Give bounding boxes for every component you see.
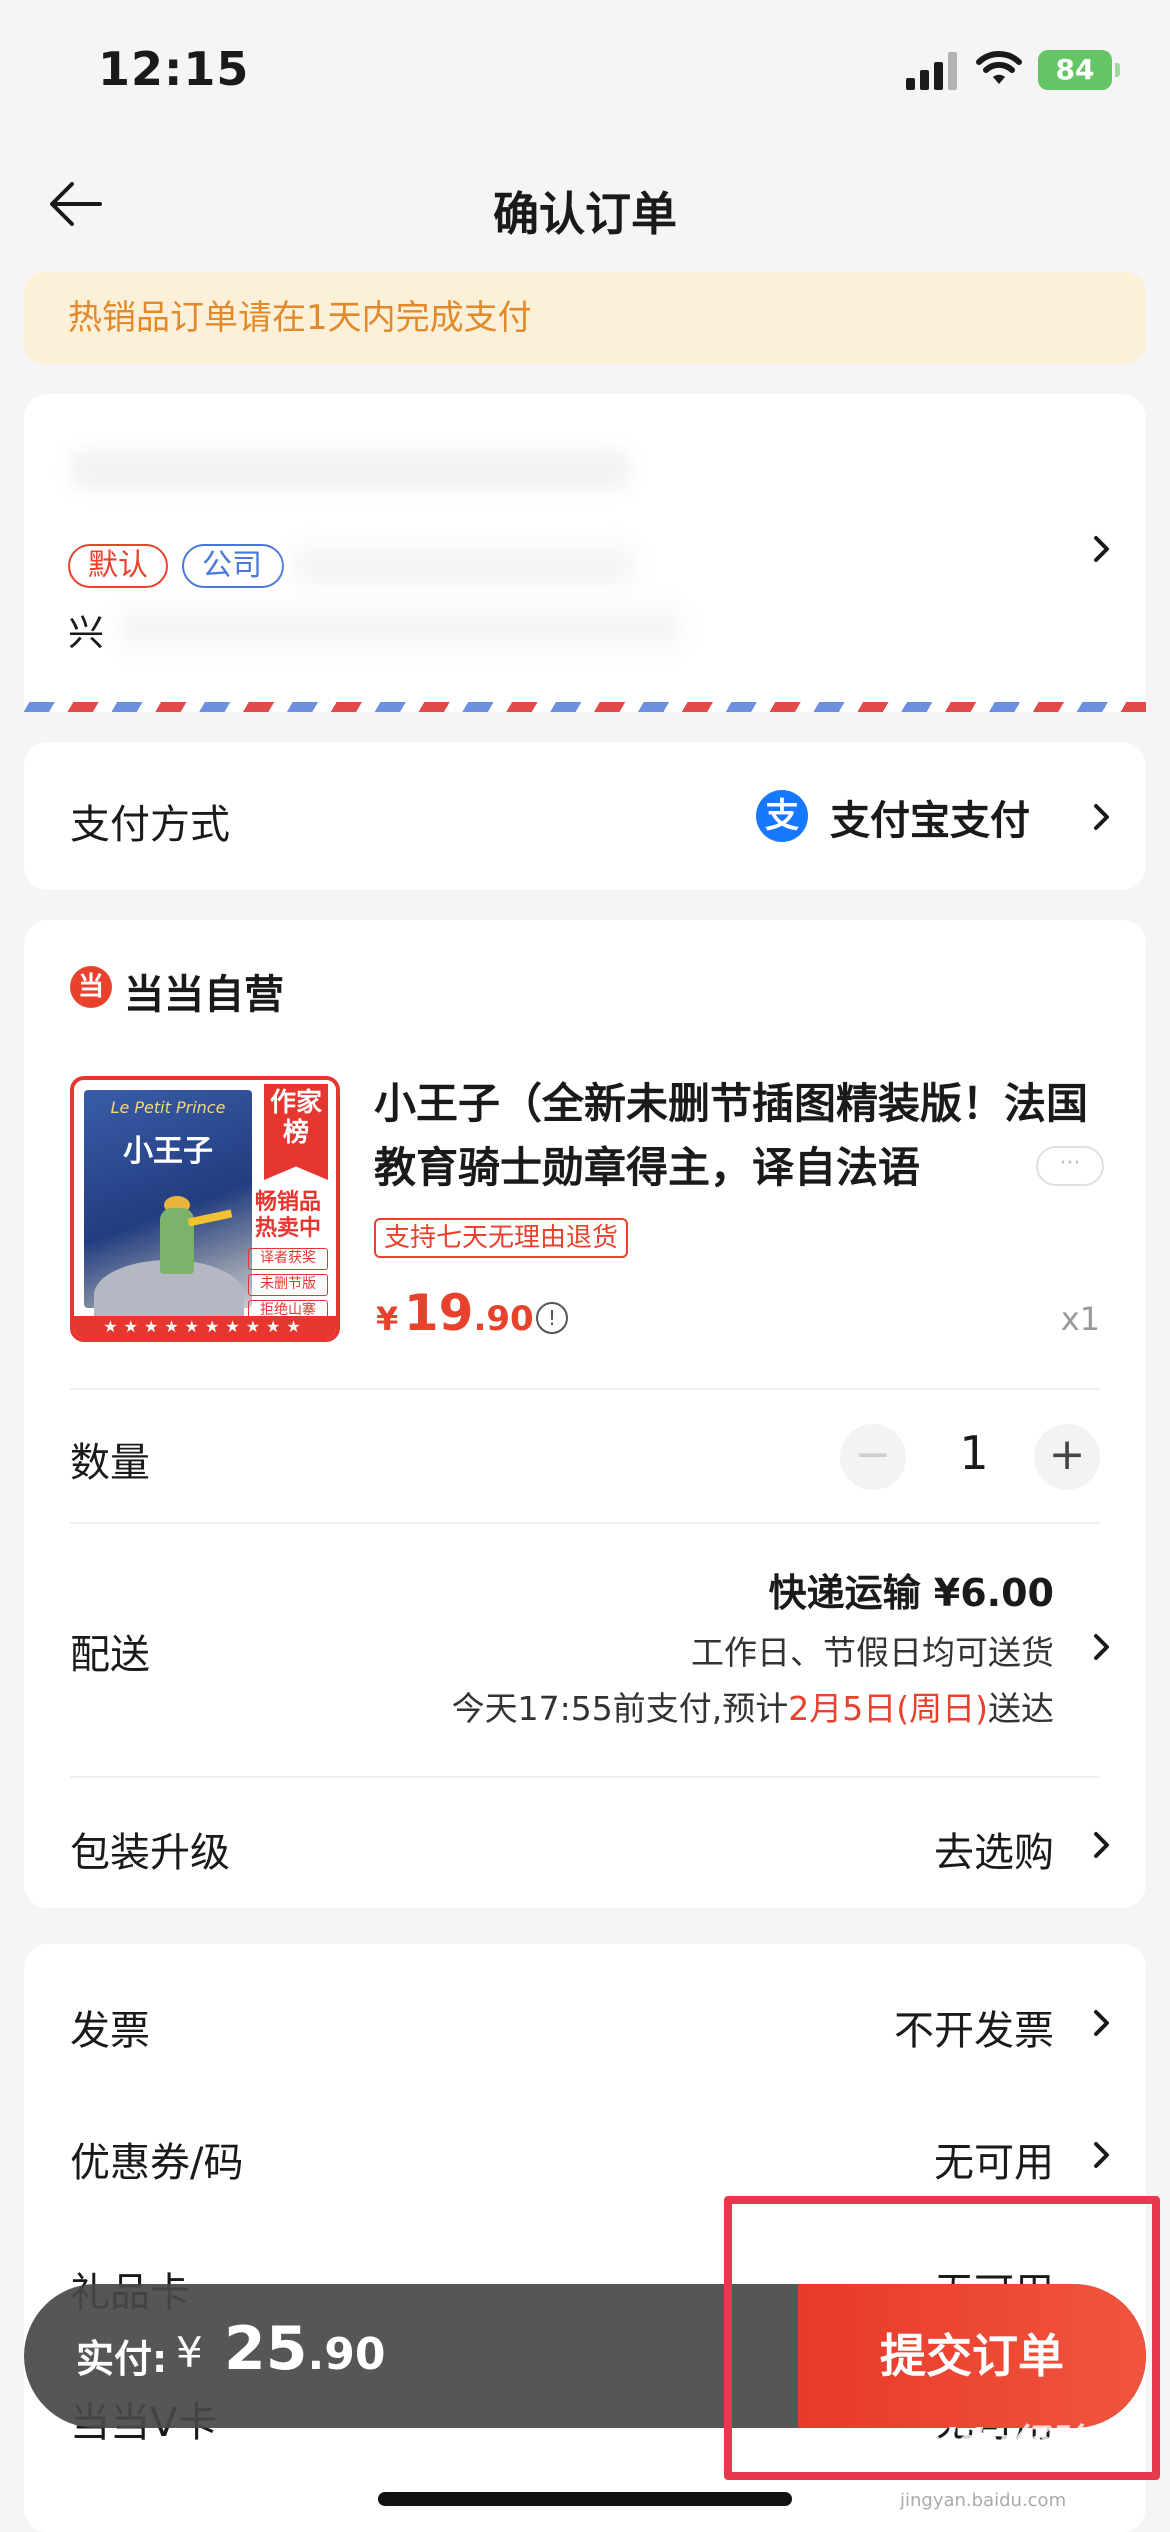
product-price: ¥ 19.90	[376, 1284, 534, 1342]
chevron-right-icon[interactable]	[1086, 2008, 1116, 2038]
product-title[interactable]: 小王子（全新未删节插图精装版！法国教育骑士勋章得主，译自法语	[374, 1072, 1094, 1200]
address-line-redacted	[120, 608, 680, 648]
payment-notice: 热销品订单请在1天内完成支付	[24, 272, 1146, 364]
cover-scarf	[187, 1209, 233, 1227]
chevron-right-icon	[1094, 804, 1109, 830]
address-line: 兴	[68, 613, 105, 654]
total-label: 实付:	[76, 2337, 168, 2381]
cover-stars: ★★★★★★★★★★	[74, 1316, 336, 1338]
cover-hot-line2: 热卖中	[254, 1216, 321, 1241]
default-tag: 默认	[68, 544, 168, 588]
total-currency: ¥	[176, 2328, 203, 2377]
invoice-value[interactable]: 不开发票	[894, 1998, 1054, 2056]
address-name-redacted	[70, 450, 630, 490]
company-tag: 公司	[182, 544, 284, 588]
shipping-label: 配送	[70, 1632, 150, 1678]
quantity-label: 数量	[70, 1440, 150, 1486]
divider	[70, 1522, 1100, 1524]
divider	[70, 1388, 1100, 1390]
info-icon[interactable]: !	[536, 1302, 568, 1334]
shipping-eta: 今天17:55前支付,预计2月5日(周日)送达	[452, 1682, 1054, 1730]
price-dec: .90	[473, 1299, 534, 1339]
battery-icon: 84	[1038, 50, 1120, 90]
cover-title-cn: 小王子	[123, 1134, 213, 1169]
cover-tag: 译者获奖	[248, 1248, 328, 1270]
quantity-value[interactable]: 1	[934, 1426, 1014, 1480]
payment-method-value: 支付宝支付	[830, 798, 1030, 844]
quantity-minus-button[interactable]: −	[840, 1424, 906, 1490]
wifi-icon	[976, 51, 1022, 84]
divider	[70, 1776, 1100, 1778]
quantity-badge: x1	[1060, 1300, 1100, 1338]
chevron-right-icon[interactable]	[1086, 1632, 1116, 1662]
address-detail-redacted	[294, 546, 634, 586]
order-card: 当 当当自营 Le Petit Prince 小王子 作家榜 畅销品 热卖中 译…	[24, 920, 1146, 1908]
watermark: Baidu经验	[888, 2421, 1086, 2465]
alipay-icon: 支	[756, 790, 808, 842]
return-policy-tag: 支持七天无理由退货	[374, 1218, 629, 1258]
coupon-value[interactable]: 无可用	[934, 2130, 1054, 2188]
dangdang-logo-icon: 当	[70, 966, 112, 1008]
payment-label: 支付方式	[70, 802, 230, 848]
chevron-right-icon[interactable]	[1086, 2140, 1116, 2170]
status-time: 12:15	[98, 42, 250, 96]
shipping-method[interactable]: 快递运输 ¥6.00	[769, 1562, 1054, 1617]
address-card[interactable]: 默认 公司 兴	[24, 394, 1146, 712]
packaging-label: 包装升级	[70, 1830, 230, 1876]
watermark-url: jingyan.baidu.com	[900, 2490, 1067, 2511]
cover-ribbon: 作家榜	[264, 1084, 328, 1180]
price-int: 19	[403, 1284, 474, 1342]
cover-title-fr: Le Petit Prince	[110, 1098, 226, 1117]
total-dec: .90	[307, 2329, 386, 2380]
more-options-button[interactable]: ···	[1036, 1146, 1104, 1186]
envelope-border	[24, 702, 1146, 712]
chevron-right-icon	[1094, 536, 1109, 562]
home-indicator	[378, 2492, 792, 2506]
invoice-label: 发票	[70, 2008, 150, 2054]
cover-tag: 未删节版	[248, 1274, 328, 1296]
shipping-days: 工作日、节假日均可送货	[691, 1633, 1054, 1672]
coupon-label: 优惠券/码	[70, 2140, 244, 2186]
packaging-value[interactable]: 去选购	[934, 1820, 1054, 1878]
total-int: 25	[224, 2314, 308, 2384]
page-title: 确认订单	[493, 187, 677, 241]
eta-suffix: 送达	[988, 1689, 1054, 1728]
chevron-right-icon[interactable]	[1086, 1830, 1116, 1860]
signal-icon	[906, 52, 960, 90]
price-symbol: ¥	[376, 1300, 399, 1338]
product-cover[interactable]: Le Petit Prince 小王子 作家榜 畅销品 热卖中 译者获奖 未删节…	[70, 1076, 340, 1342]
shop-name: 当当自营	[124, 972, 284, 1018]
nav-bar: 确认订单	[0, 150, 1170, 260]
total-amount: 25.90	[224, 2314, 385, 2384]
status-bar: 12:15 84	[0, 0, 1170, 140]
cover-art: Le Petit Prince 小王子	[84, 1090, 252, 1330]
quantity-plus-button[interactable]: +	[1034, 1424, 1100, 1490]
eta-prefix: 今天17:55前支付,预计	[451, 1689, 789, 1728]
payment-method-row[interactable]: 支付方式 支 支付宝支付	[24, 742, 1146, 890]
cover-hot-line1: 畅销品	[254, 1190, 321, 1215]
eta-date: 2月5日(周日)	[788, 1689, 988, 1728]
